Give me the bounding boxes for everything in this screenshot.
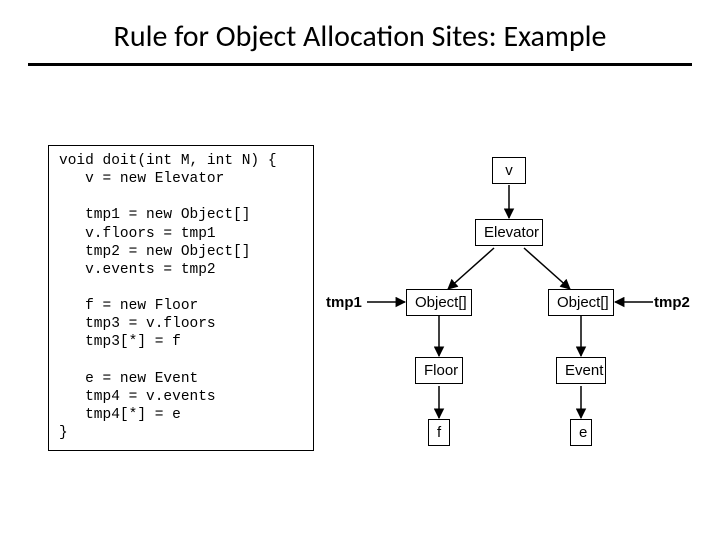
node-tmp1: tmp1 xyxy=(326,294,362,311)
node-obj2: Object[] xyxy=(548,289,614,316)
node-f: f xyxy=(428,419,450,446)
node-v: v xyxy=(492,157,526,184)
node-floor: Floor xyxy=(415,357,463,384)
node-elevator: Elevator xyxy=(475,219,543,246)
node-event: Event xyxy=(556,357,606,384)
slide-title: Rule for Object Allocation Sites: Exampl… xyxy=(28,18,692,55)
title-divider xyxy=(28,63,692,66)
code-listing: void doit(int M, int N) { v = new Elevat… xyxy=(48,145,314,451)
node-obj1: Object[] xyxy=(406,289,472,316)
node-e: e xyxy=(570,419,592,446)
node-tmp2: tmp2 xyxy=(654,294,690,311)
